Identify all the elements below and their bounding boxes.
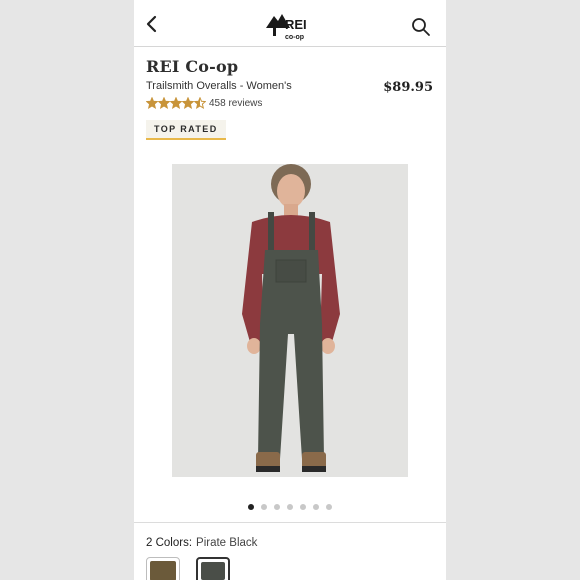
- star-icon: [158, 97, 170, 109]
- rei-logo[interactable]: REI co-op: [266, 12, 314, 42]
- search-icon: [412, 18, 430, 36]
- top-nav-bar: REI co-op: [134, 0, 446, 47]
- carousel-dot[interactable]: [287, 504, 293, 510]
- left-background: [0, 0, 134, 580]
- right-background: [446, 0, 580, 580]
- selected-color-name: Pirate Black: [196, 537, 258, 549]
- star-rating: [146, 97, 206, 109]
- brown-swatch[interactable]: [146, 557, 180, 580]
- product-price: $89.95: [383, 80, 433, 95]
- pirate-black-swatch[interactable]: [196, 557, 230, 580]
- chevron-left-icon: [146, 15, 157, 33]
- carousel-dot[interactable]: [248, 504, 254, 510]
- brand-name[interactable]: REI Co-op: [146, 57, 238, 76]
- carousel-dot[interactable]: [261, 504, 267, 510]
- star-icon: [182, 97, 194, 109]
- svg-text:REI: REI: [285, 17, 307, 32]
- search-button[interactable]: [410, 16, 432, 38]
- colors-count-label: 2 Colors:: [146, 537, 193, 549]
- section-divider: [134, 522, 446, 523]
- carousel-dot[interactable]: [326, 504, 332, 510]
- product-name: Trailsmith Overalls - Women's: [146, 80, 292, 92]
- review-count[interactable]: 458 reviews: [209, 98, 262, 109]
- carousel-dot[interactable]: [274, 504, 280, 510]
- svg-text:co-op: co-op: [285, 34, 304, 41]
- product-image[interactable]: [172, 164, 408, 477]
- top-rated-badge: TOP RATED: [146, 120, 226, 140]
- star-icon: [146, 97, 158, 109]
- rating-row[interactable]: 458 reviews: [146, 97, 262, 109]
- star-icon: [194, 97, 206, 109]
- image-carousel-indicator[interactable]: [134, 504, 446, 510]
- carousel-dot[interactable]: [313, 504, 319, 510]
- carousel-dot[interactable]: [300, 504, 306, 510]
- back-button[interactable]: [140, 12, 164, 36]
- product-page: REI co-op REI Co-op Trailsmith Overalls …: [134, 0, 446, 580]
- star-icon: [170, 97, 182, 109]
- color-selector-label: 2 Colors: Pirate Black: [146, 537, 257, 549]
